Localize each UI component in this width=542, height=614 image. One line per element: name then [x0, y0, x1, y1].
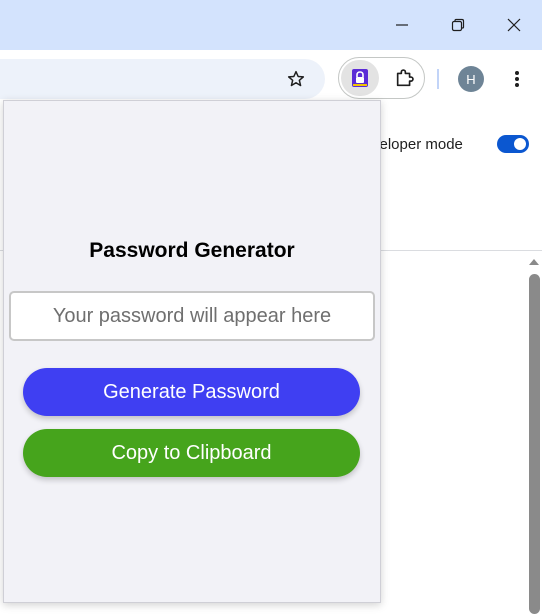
password-output-field[interactable]	[9, 291, 375, 341]
minimize-button[interactable]	[374, 0, 430, 50]
generate-password-label: Generate Password	[103, 380, 280, 403]
address-bar[interactable]	[0, 59, 325, 99]
scroll-up-arrow-icon[interactable]	[528, 256, 540, 268]
generate-password-button[interactable]: Generate Password	[23, 368, 360, 416]
close-icon	[507, 18, 521, 32]
restore-icon	[451, 18, 465, 32]
restore-button[interactable]	[430, 0, 486, 50]
copy-to-clipboard-button[interactable]: Copy to Clipboard	[23, 429, 360, 477]
developer-mode-toggle[interactable]	[497, 135, 529, 153]
close-button[interactable]	[486, 0, 542, 50]
kebab-menu-icon	[515, 71, 519, 87]
puzzle-icon	[396, 69, 414, 87]
password-generator-popup: Password Generator Generate Password Cop…	[3, 100, 381, 603]
toggle-knob	[514, 138, 526, 150]
bookmark-button[interactable]	[281, 64, 311, 94]
window-titlebar	[0, 0, 542, 50]
profile-avatar[interactable]: H	[458, 66, 484, 92]
toolbar-divider	[437, 69, 439, 89]
popup-title: Password Generator	[89, 239, 295, 262]
scrollbar-thumb[interactable]	[529, 274, 540, 614]
lock-icon	[352, 69, 368, 87]
star-icon	[287, 70, 305, 87]
minimize-icon	[396, 24, 408, 26]
avatar-initial: H	[466, 71, 476, 87]
browser-menu-button[interactable]	[504, 66, 530, 92]
extensions-button[interactable]	[390, 63, 420, 93]
password-generator-extension-button[interactable]	[341, 60, 379, 96]
copy-to-clipboard-label: Copy to Clipboard	[111, 441, 272, 464]
developer-mode-label: veloper mode	[372, 136, 463, 153]
